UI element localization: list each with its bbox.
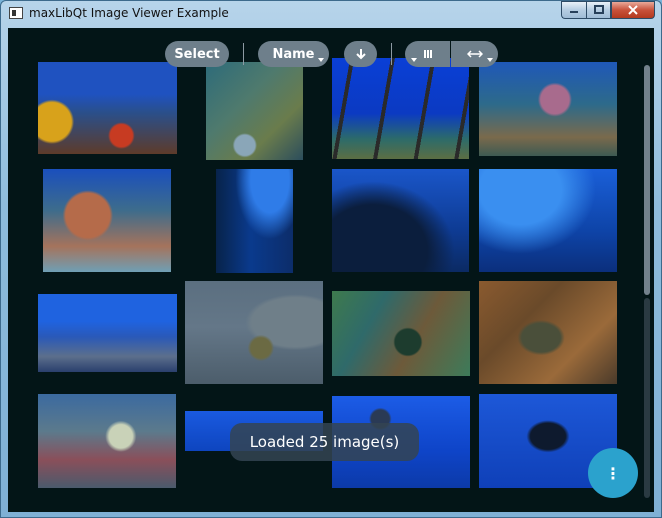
arrow-down-icon: [355, 49, 366, 60]
maximize-icon: [593, 5, 604, 14]
image-thumbnail[interactable]: [206, 62, 303, 160]
minimize-button[interactable]: [561, 1, 586, 19]
toolbar-divider: [391, 43, 392, 65]
sort-direction-button[interactable]: [344, 41, 377, 67]
image-grid-view[interactable]: Select Name Loaded 25 image(s) ⋮: [8, 28, 654, 512]
app-window: maxLibQt Image Viewer Example Select Nam…: [0, 0, 662, 518]
thumbnail-size-dropdown[interactable]: [451, 41, 498, 67]
image-thumbnail[interactable]: [38, 394, 176, 488]
image-thumbnail[interactable]: [216, 169, 293, 273]
image-thumbnail[interactable]: [332, 58, 469, 159]
scrollbar-track[interactable]: [644, 298, 650, 498]
select-button-label: Select: [174, 46, 220, 62]
scrollbar-thumb[interactable]: [644, 65, 650, 295]
caption-buttons: [561, 1, 655, 21]
image-thumbnail[interactable]: [185, 281, 323, 384]
more-vert-icon: ⋮: [605, 463, 621, 483]
sort-field-dropdown[interactable]: Name: [258, 41, 329, 67]
image-thumbnail[interactable]: [479, 281, 617, 384]
maximize-button[interactable]: [586, 1, 611, 19]
status-toast: Loaded 25 image(s): [230, 423, 419, 461]
chevron-down-icon: [318, 58, 324, 62]
title-bar[interactable]: maxLibQt Image Viewer Example: [1, 1, 661, 28]
sort-field-label: Name: [272, 46, 315, 62]
close-button[interactable]: [611, 1, 655, 19]
toolbar-divider: [243, 43, 244, 65]
image-thumbnail[interactable]: [38, 294, 177, 372]
select-button[interactable]: Select: [165, 41, 229, 67]
app-icon: [9, 7, 23, 19]
image-thumbnail[interactable]: [43, 169, 171, 272]
grid-icon: [423, 50, 432, 58]
chevron-down-icon: [411, 58, 417, 62]
image-thumbnail[interactable]: [332, 291, 470, 376]
view-mode-dropdown[interactable]: [405, 41, 450, 67]
image-thumbnail[interactable]: [479, 62, 617, 156]
close-icon: [628, 5, 638, 15]
more-options-button[interactable]: ⋮: [588, 448, 638, 498]
image-thumbnail[interactable]: [479, 169, 617, 272]
window-title: maxLibQt Image Viewer Example: [29, 6, 229, 20]
resize-horizontal-icon: [466, 50, 483, 58]
status-message: Loaded 25 image(s): [249, 433, 400, 451]
minimize-icon: [570, 11, 578, 13]
image-thumbnail[interactable]: [38, 62, 177, 154]
image-thumbnail[interactable]: [332, 169, 469, 272]
chevron-down-icon: [487, 58, 493, 62]
